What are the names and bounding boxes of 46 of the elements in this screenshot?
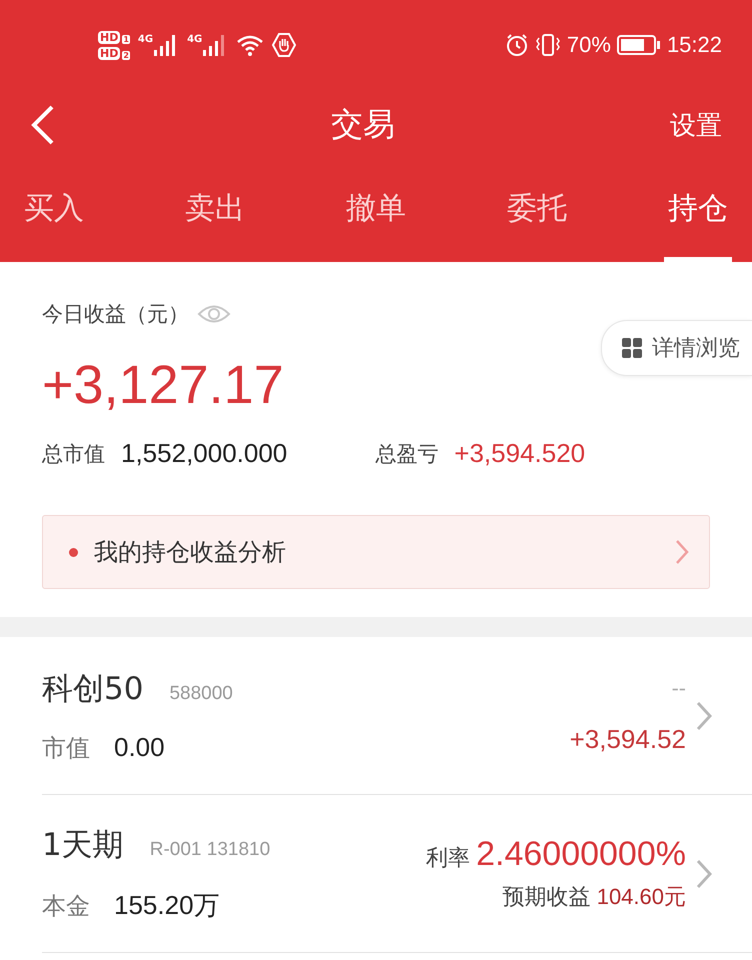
wifi-icon (236, 34, 264, 56)
clock-time: 15:22 (666, 32, 722, 58)
profit-value: +3,594.520 (454, 438, 586, 469)
holding-profit: +3,594.52 (570, 724, 686, 755)
chevron-icon (696, 700, 712, 730)
hand-icon (272, 33, 296, 57)
rate-label: 利率 (426, 845, 470, 873)
holding-change: -- (672, 676, 686, 700)
holding-code: 588000 (169, 682, 233, 704)
alarm-icon (504, 33, 529, 57)
today-income-value: +3,127.17 (42, 354, 284, 416)
dot-icon (69, 548, 78, 556)
holding-sub-value: 155.20万 (114, 889, 220, 922)
vibrate-icon (534, 33, 561, 57)
tab[interactable]: 委托 (503, 160, 571, 262)
detail-view-button[interactable]: 详情浏览 (601, 320, 752, 376)
market-value: 1,552,000.000 (121, 438, 288, 469)
rate-value: 2.46000000% (476, 835, 686, 874)
settings-button[interactable]: 设置 (670, 108, 722, 142)
chevron-icon (696, 858, 712, 888)
tab[interactable]: 撤单 (342, 160, 410, 262)
holding-row[interactable]: 1天期 R-001 131810 本金 155.20万 利率 2.46000000% 预期收益 104.60元 (42, 795, 752, 953)
tab[interactable]: 持仓 (664, 160, 732, 262)
holding-sub-label: 本金 (42, 891, 90, 922)
battery-icon (616, 34, 661, 56)
battery-percent: 70% (566, 32, 611, 58)
network-label: 4G (138, 34, 154, 45)
holding-name: 科创50 (42, 670, 144, 708)
chevron-icon (675, 539, 689, 565)
tab[interactable]: 买入 (20, 160, 88, 262)
holding-name: 1天期 (42, 826, 124, 865)
profit-label: 总盈亏 (375, 440, 438, 468)
page-title: 交易 (331, 104, 395, 145)
analysis-link[interactable]: 我的持仓收益分析 (42, 515, 710, 589)
expected-income-label: 预期收益 (502, 884, 591, 912)
tab[interactable]: 卖出 (181, 160, 249, 262)
holding-sub-value: 0.00 (114, 732, 165, 762)
holding-row[interactable]: 科创50 588000 市值 0.00 -- +3,594.52 (42, 637, 752, 795)
expected-income-value: 104.60元 (596, 883, 686, 911)
back-icon[interactable] (30, 104, 56, 146)
network-label: 4G (187, 34, 202, 45)
holding-code: R-001 131810 (150, 839, 270, 861)
today-income-label: 今日收益（元） (42, 301, 189, 328)
holding-sub-label: 市值 (42, 732, 90, 764)
grid-icon (622, 338, 642, 358)
market-value-label: 总市值 (42, 440, 105, 468)
